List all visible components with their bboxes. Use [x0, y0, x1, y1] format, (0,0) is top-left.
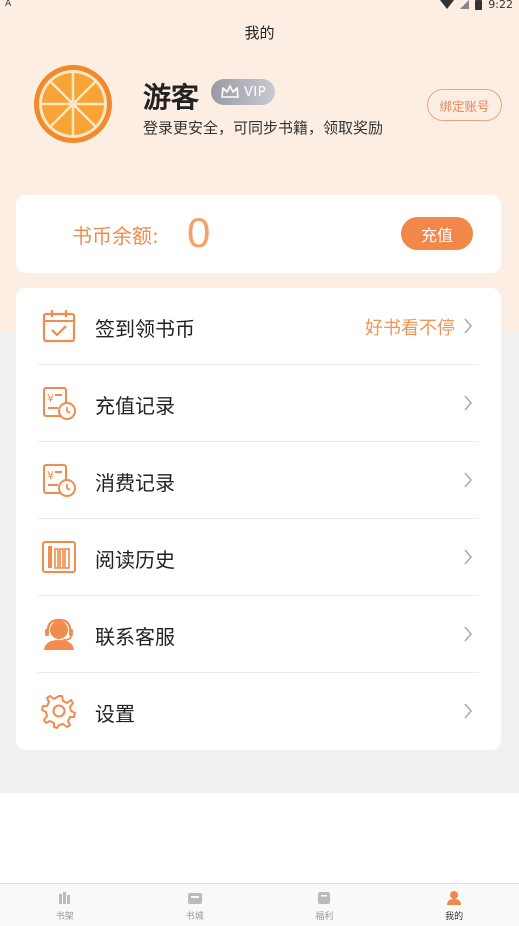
- wifi-icon: [440, 0, 455, 9]
- tab-bookstore[interactable]: 书城: [130, 884, 260, 926]
- menu-item-consume-record[interactable]: ¥ 消费记录: [16, 442, 501, 519]
- chevron-right-icon: [464, 472, 473, 488]
- menu-item-label: 消费记录: [95, 471, 175, 495]
- menu-item-label: 签到领书币: [95, 317, 195, 341]
- profile-subtitle: 登录更安全，可同步书籍，领取奖励: [143, 119, 384, 137]
- gear-icon: [41, 695, 76, 729]
- tab-label: 书城: [185, 912, 204, 922]
- page-title: 我的: [244, 24, 275, 42]
- menu-item-settings[interactable]: 设置: [16, 673, 501, 750]
- chevron-right-icon: [464, 703, 473, 719]
- header-background: [0, 0, 519, 332]
- status-time: 9:22: [488, 0, 513, 11]
- battery-icon: [475, 0, 483, 10]
- chevron-right-icon: [464, 549, 473, 565]
- chevron-right-icon: [464, 318, 473, 334]
- tab-label: 我的: [445, 912, 464, 922]
- calendar-check-icon: [42, 310, 76, 343]
- bookshelf-icon: [58, 892, 70, 904]
- menu-item-label: 充值记录: [95, 394, 175, 418]
- vip-badge: VIP: [211, 79, 275, 105]
- chevron-right-icon: [464, 626, 473, 642]
- profile-icon: [447, 891, 462, 905]
- tab-welfare[interactable]: 福利: [260, 884, 390, 926]
- gift-icon: [318, 892, 331, 904]
- customer-service-icon: [44, 618, 74, 650]
- recharge-button[interactable]: 充值: [401, 217, 473, 250]
- bottom-tab-bar: 书架 书城 福利 我的: [0, 883, 519, 926]
- tab-label: 书架: [55, 912, 74, 922]
- menu-item-hint: 好书看不停: [365, 318, 455, 339]
- coin-balance-value: 0: [187, 209, 211, 256]
- recharge-record-icon: ¥: [43, 387, 76, 420]
- menu-item-customer-service[interactable]: 联系客服: [16, 596, 501, 673]
- tab-profile[interactable]: 我的: [389, 884, 519, 926]
- menu-item-reading-history[interactable]: 阅读历史: [16, 519, 501, 596]
- tab-label: 福利: [315, 912, 334, 922]
- chevron-right-icon: [464, 395, 473, 411]
- menu-item-checkin[interactable]: 签到领书币 好书看不停: [16, 288, 501, 365]
- menu-item-recharge-record[interactable]: ¥ 充值记录: [16, 365, 501, 442]
- coin-balance-card: 书币余额: 0 充值: [16, 195, 501, 273]
- status-bar: A 9:22: [0, 0, 519, 12]
- svg-text:¥: ¥: [47, 469, 54, 482]
- svg-text:¥: ¥: [47, 392, 54, 405]
- bookshelf-history-icon: [42, 541, 76, 573]
- menu-item-label: 联系客服: [95, 625, 175, 649]
- crown-icon: [221, 85, 239, 98]
- tab-bookshelf[interactable]: 书架: [0, 884, 130, 926]
- coin-balance-label: 书币余额:: [72, 224, 159, 248]
- avatar[interactable]: [33, 64, 113, 144]
- menu-item-label: 设置: [95, 702, 135, 726]
- signal-icon: [460, 0, 470, 9]
- status-notification-glyph: A: [5, 0, 12, 9]
- bind-account-button[interactable]: 绑定账号: [427, 89, 502, 121]
- bookstore-icon: [187, 893, 202, 904]
- username: 游客: [143, 81, 200, 114]
- vip-label: VIP: [244, 84, 267, 100]
- menu-card: 签到领书币 好书看不停 ¥ 充值记录 ¥ 消费记录 阅读历史 联系客服 设置: [16, 288, 501, 750]
- menu-item-label: 阅读历史: [95, 548, 175, 572]
- consume-record-icon: ¥: [43, 464, 76, 497]
